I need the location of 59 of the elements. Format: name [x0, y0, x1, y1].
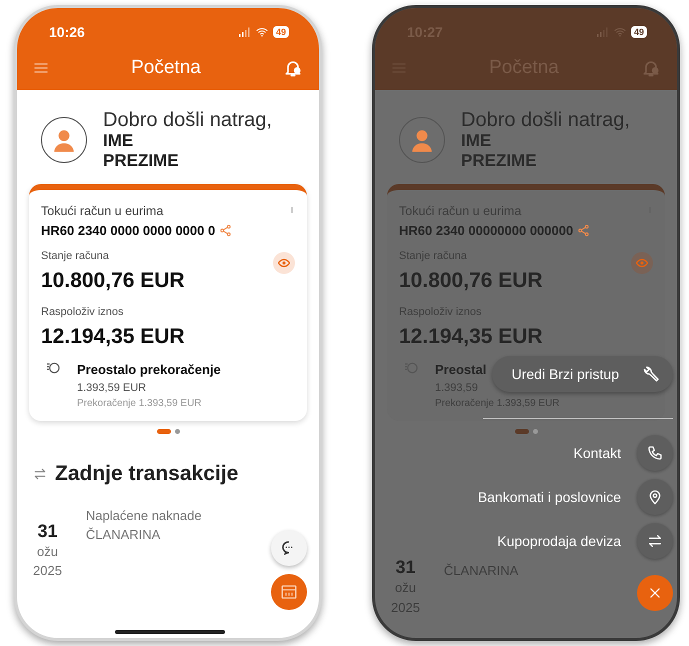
- transfer-icon: [647, 533, 663, 549]
- eye-icon[interactable]: [631, 252, 653, 274]
- wrench-icon: [643, 365, 661, 383]
- welcome-text: Dobro došli natrag,: [103, 110, 272, 131]
- user-name: PREZIME: [103, 150, 180, 170]
- chat-button[interactable]: [271, 530, 307, 566]
- phone-icon: [647, 445, 663, 461]
- pager-dot[interactable]: [532, 429, 538, 434]
- transaction-year: 2025: [33, 562, 62, 580]
- quick-action-label[interactable]: Kontakt: [574, 442, 621, 464]
- transaction-day: 31: [391, 558, 420, 578]
- transaction-month: ožu: [36, 542, 59, 561]
- quick-access-edit-button[interactable]: Uredi Brzi pristup: [492, 356, 673, 392]
- account-number: HR60 2340 0000 0000 0000 0: [41, 222, 216, 240]
- user-name: PREZIME: [461, 150, 538, 170]
- close-icon: [648, 586, 662, 600]
- signal-icon: [236, 26, 251, 38]
- battery-level: 49: [630, 26, 647, 38]
- quick-access-button[interactable]: [271, 574, 307, 610]
- share-icon[interactable]: [219, 224, 232, 238]
- account-type: Tokući račun u eurima: [41, 203, 164, 220]
- close-button[interactable]: [637, 575, 673, 611]
- avatar-icon: [399, 117, 445, 164]
- balance-amount: 10.800,76 EUR: [41, 268, 185, 294]
- balance-label: Stanje računa: [41, 249, 110, 264]
- balance-amount: 10.800,76 EUR: [399, 268, 543, 294]
- user-name: IME: [461, 131, 492, 151]
- transaction-day: 31: [33, 522, 62, 542]
- wifi-icon: [254, 26, 269, 38]
- share-icon[interactable]: [577, 224, 590, 238]
- quick-action-label[interactable]: Bankomati i poslovnice: [478, 486, 621, 508]
- overdraft-title: Preostal: [435, 361, 486, 380]
- signal-icon: [594, 26, 609, 38]
- wifi-icon: [612, 26, 627, 38]
- transfer-icon: [33, 467, 47, 482]
- quick-action-button[interactable]: [637, 479, 673, 515]
- location-pin-icon: [647, 489, 663, 505]
- avatar-icon: [41, 117, 87, 164]
- account-number: HR60 2340 00000000 000000: [399, 222, 574, 240]
- overdraft-amount: 1.393,59 EUR: [77, 380, 148, 396]
- transaction-title: Naplaćene naknade: [86, 506, 202, 525]
- quick-action-label[interactable]: Kupoprodaja deviza: [497, 530, 621, 552]
- eye-icon[interactable]: [273, 252, 295, 274]
- welcome-text: Dobro došli natrag,: [461, 110, 630, 131]
- pager-dot[interactable]: [174, 429, 180, 434]
- available-label: Raspoloživ iznos: [41, 305, 125, 320]
- section-title: Zadnje transakcije: [55, 461, 238, 488]
- available-amount: 12.194,35 EUR: [399, 324, 544, 350]
- status-time: 10:26: [49, 22, 85, 42]
- available-amount: 12.194,35 EUR: [41, 324, 186, 350]
- transaction-description: ČLANARINA: [86, 526, 162, 544]
- overdraft-limit: Prekoračenje 1.393,59 EUR: [77, 397, 203, 412]
- overdraft-title: Preostalo prekoračenje: [77, 361, 221, 380]
- screen-title: Početna: [131, 56, 201, 80]
- quick-action-button[interactable]: [637, 435, 673, 471]
- quick-action-button[interactable]: [637, 523, 673, 559]
- overdraft-icon: [45, 360, 61, 376]
- user-name: IME: [103, 131, 134, 151]
- battery-level: 49: [272, 26, 289, 38]
